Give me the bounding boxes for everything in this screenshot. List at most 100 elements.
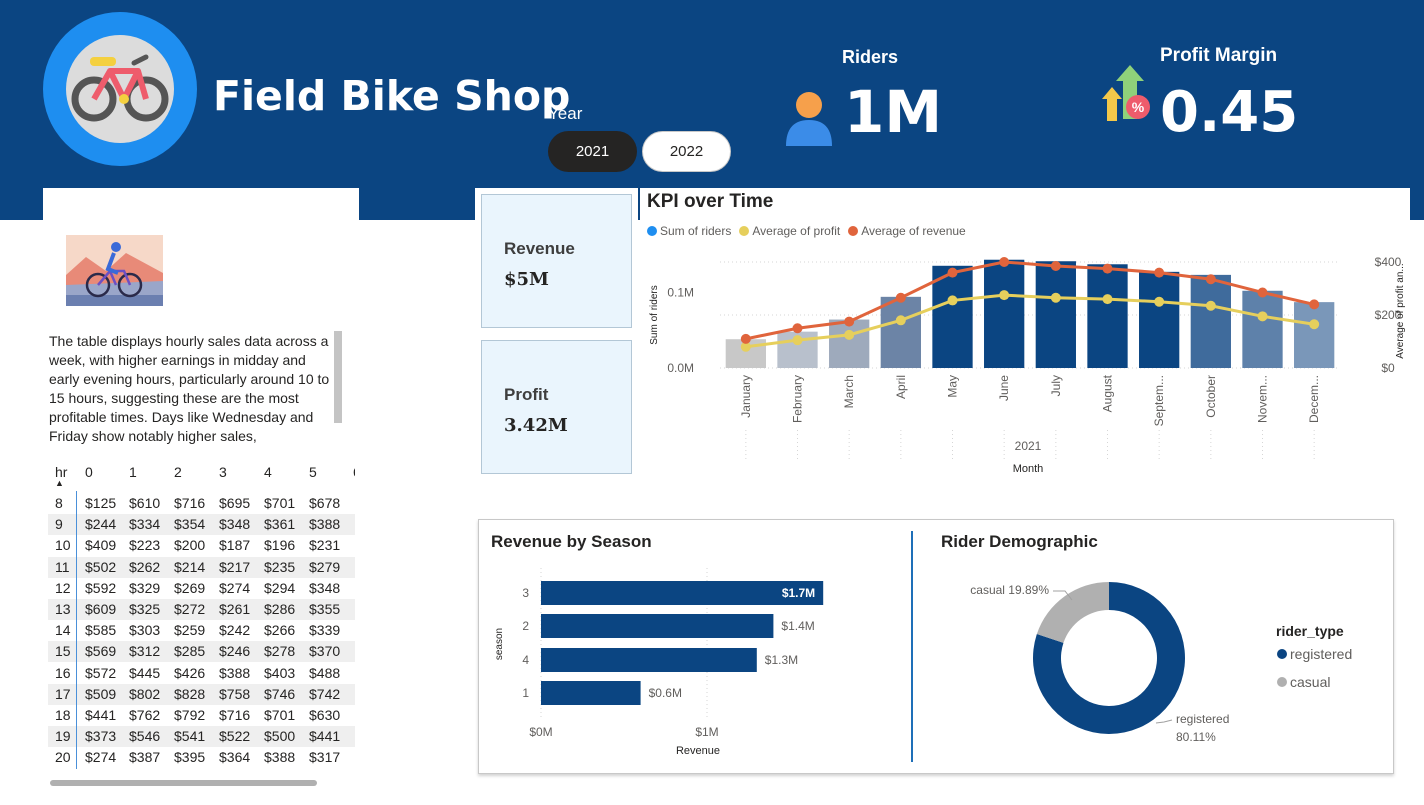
table-row: 18 $441 $762 $792 $716 $701 $630 bbox=[48, 705, 355, 726]
year-chip-2021[interactable]: 2021 bbox=[548, 131, 637, 172]
revenue-point[interactable] bbox=[1205, 274, 1216, 285]
legend-item-revenue[interactable]: Average of revenue bbox=[848, 224, 966, 238]
table-row: 9 $244 $334 $354 $348 $361 $388 bbox=[48, 514, 355, 536]
profit-point[interactable] bbox=[1154, 296, 1165, 307]
revenue-point[interactable] bbox=[999, 257, 1010, 267]
season-bar[interactable] bbox=[541, 614, 774, 638]
table-cell: $312 bbox=[129, 643, 161, 660]
table-row: 12 $592 $329 $269 $274 $294 $348 bbox=[48, 578, 355, 599]
profit-point[interactable] bbox=[844, 329, 855, 340]
year-slicer-label: Year bbox=[548, 104, 583, 123]
profit-point[interactable] bbox=[1257, 311, 1268, 322]
riders-bar[interactable] bbox=[1242, 290, 1283, 368]
revenue-point[interactable] bbox=[1154, 267, 1165, 278]
profit-point[interactable] bbox=[1050, 292, 1061, 303]
x-group-label: 2021 bbox=[1015, 439, 1042, 453]
riders-bar[interactable] bbox=[1087, 264, 1128, 368]
table-cell: $244 bbox=[85, 516, 117, 533]
profit-point[interactable] bbox=[1102, 294, 1113, 305]
table-column-header[interactable]: 2 bbox=[174, 464, 182, 480]
profit-point[interactable] bbox=[947, 295, 958, 306]
x-tick-label: October bbox=[1204, 375, 1218, 418]
table-column-header[interactable]: 0 bbox=[85, 464, 93, 480]
profit-card-value: 3.42M bbox=[504, 415, 568, 436]
table-cell: $317 bbox=[309, 749, 341, 766]
riders-bar[interactable] bbox=[1035, 261, 1076, 368]
riders-bar[interactable] bbox=[1190, 274, 1231, 368]
table-cell: $716 bbox=[219, 707, 251, 723]
revenue-point[interactable] bbox=[1102, 263, 1113, 274]
profit-point[interactable] bbox=[1205, 300, 1216, 311]
profit-point[interactable] bbox=[1309, 319, 1320, 330]
table-cell: $274 bbox=[85, 749, 117, 766]
revenue-point[interactable] bbox=[1257, 287, 1268, 298]
riders-bar[interactable] bbox=[1294, 302, 1335, 368]
kpi-title-accent bbox=[638, 188, 640, 220]
table-cell: $217 bbox=[219, 558, 251, 575]
riders-bar[interactable] bbox=[880, 296, 921, 368]
riders-bar[interactable] bbox=[1139, 271, 1180, 368]
year-chip-2022[interactable]: 2022 bbox=[642, 131, 731, 172]
table-cell: $348 bbox=[309, 579, 341, 596]
left-panel-header bbox=[43, 188, 359, 220]
table-cell: $522 bbox=[219, 728, 251, 745]
table-cell: $348 bbox=[219, 516, 251, 533]
table-cell: $223 bbox=[129, 537, 161, 554]
revenue-point[interactable] bbox=[844, 316, 855, 327]
table-cell: $200 bbox=[174, 537, 206, 554]
revenue-point[interactable] bbox=[947, 267, 958, 278]
profit-point[interactable] bbox=[895, 315, 906, 326]
row-header-cell: 13 bbox=[55, 601, 71, 617]
revenue-card: Revenue $5M bbox=[481, 194, 632, 328]
header-extension bbox=[359, 188, 475, 220]
table-column-header[interactable]: 6 bbox=[353, 464, 355, 480]
table-cell: $445 bbox=[129, 664, 161, 681]
demographic-chart-title: Rider Demographic bbox=[941, 532, 1098, 551]
leader-line bbox=[1155, 719, 1173, 724]
table-row: 10 $409 $223 $200 $187 $196 $231 bbox=[48, 535, 355, 556]
riders-bar[interactable] bbox=[829, 319, 870, 368]
table-column-header[interactable]: 5 bbox=[309, 464, 317, 480]
legend-item-profit[interactable]: Average of profit bbox=[739, 224, 840, 238]
revenue-point[interactable] bbox=[1309, 299, 1320, 310]
table-cell: $792 bbox=[174, 707, 206, 723]
table-cell: $500 bbox=[264, 728, 296, 745]
revenue-point[interactable] bbox=[792, 323, 803, 334]
revenue-point[interactable] bbox=[1050, 260, 1061, 271]
table-cell: $269 bbox=[174, 579, 206, 596]
table-column-header[interactable]: 3 bbox=[219, 464, 227, 480]
table-cell: $246 bbox=[219, 643, 251, 660]
legend-marker bbox=[1277, 677, 1287, 687]
table-cell: $403 bbox=[264, 664, 296, 681]
table-header-row: hr0123456▲ bbox=[48, 462, 355, 488]
table-row-header-divider bbox=[76, 491, 77, 769]
description-scrollbar[interactable] bbox=[334, 331, 342, 423]
table-cell: $592 bbox=[85, 579, 117, 596]
legend-item-riders[interactable]: Sum of riders bbox=[647, 224, 731, 238]
table-column-header[interactable]: 4 bbox=[264, 464, 272, 480]
x-tick-label: August bbox=[1101, 374, 1115, 412]
season-bar[interactable] bbox=[541, 681, 641, 705]
x-tick-label: Septem... bbox=[1152, 375, 1166, 426]
revenue-point[interactable] bbox=[740, 333, 751, 344]
profit-point[interactable] bbox=[999, 290, 1010, 301]
table-column-header[interactable]: 1 bbox=[129, 464, 137, 480]
x-tick-label: January bbox=[739, 375, 753, 418]
table-cell: $261 bbox=[219, 601, 251, 617]
row-header-cell: 8 bbox=[55, 495, 63, 511]
y-right-tick-label: $0 bbox=[1381, 361, 1395, 375]
season-bar[interactable] bbox=[541, 648, 757, 672]
row-header-cell: 19 bbox=[55, 728, 71, 745]
table-cell: $426 bbox=[174, 664, 206, 681]
table-cell: $355 bbox=[309, 601, 341, 617]
profit-point[interactable] bbox=[792, 335, 803, 346]
table-horizontal-scrollbar[interactable] bbox=[50, 780, 317, 786]
row-header-cell: 14 bbox=[55, 622, 71, 639]
table-cell: $746 bbox=[264, 685, 296, 702]
legend-label: registered bbox=[1290, 646, 1352, 662]
table-cell: $609 bbox=[85, 601, 117, 617]
revenue-point[interactable] bbox=[895, 292, 906, 303]
riders-bar[interactable] bbox=[984, 259, 1025, 368]
table-cell: $235 bbox=[264, 558, 296, 575]
table-cell: $610 bbox=[129, 495, 161, 511]
